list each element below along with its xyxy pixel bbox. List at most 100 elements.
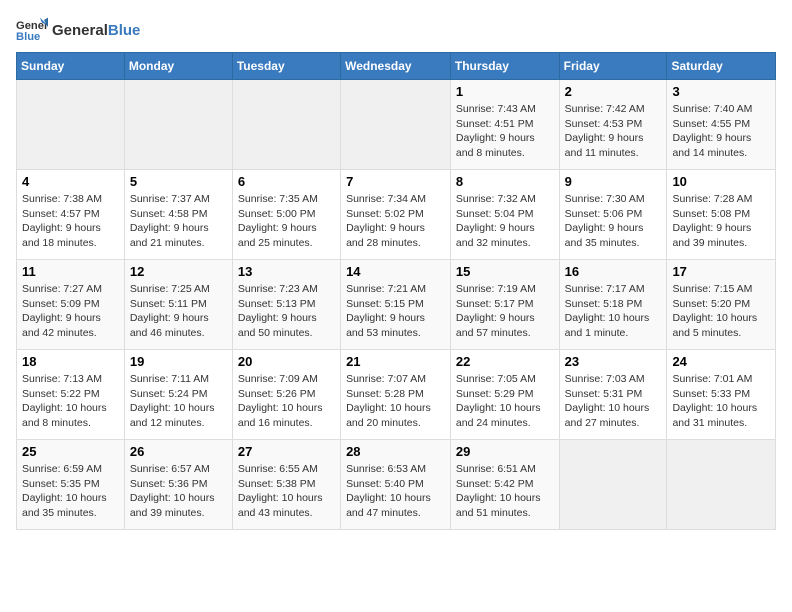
day-info: Sunrise: 7:34 AM Sunset: 5:02 PM Dayligh…: [346, 192, 445, 251]
calendar-cell: 18Sunrise: 7:13 AM Sunset: 5:22 PM Dayli…: [17, 350, 125, 440]
day-info: Sunrise: 7:15 AM Sunset: 5:20 PM Dayligh…: [672, 282, 770, 341]
calendar-cell: 3 Sunrise: 7:40 AM Sunset: 4:55 PM Daylig…: [667, 80, 776, 170]
calendar-cell: 24 Sunrise: 7:01 AM Sunset: 5:33 PM Dayli…: [667, 350, 776, 440]
calendar-cell: 26 Sunrise: 6:57 AM Sunset: 5:36 PM Dayli…: [124, 440, 232, 530]
day-info: Sunrise: 6:59 AM Sunset: 5:35 PM Dayligh…: [22, 462, 119, 521]
day-number: 17: [672, 264, 770, 279]
page-header: General Blue GeneralBlue: [16, 16, 776, 44]
week-row-1: 1 Sunrise: 7:43 AM Sunset: 4:51 PM Daylig…: [17, 80, 776, 170]
week-row-3: 11 Sunrise: 7:27 AM Sunset: 5:09 PM Dayli…: [17, 260, 776, 350]
day-header-wednesday: Wednesday: [341, 53, 451, 80]
calendar-cell: 11 Sunrise: 7:27 AM Sunset: 5:09 PM Dayli…: [17, 260, 125, 350]
calendar-cell: 17 Sunrise: 7:15 AM Sunset: 5:20 PM Dayli…: [667, 260, 776, 350]
logo-icon: General Blue: [16, 16, 48, 44]
day-number: 27: [238, 444, 335, 459]
day-number: 26: [130, 444, 227, 459]
day-number: 10: [672, 174, 770, 189]
day-number: 24: [672, 354, 770, 369]
day-number: 8: [456, 174, 554, 189]
calendar-cell: 1 Sunrise: 7:43 AM Sunset: 4:51 PM Daylig…: [450, 80, 559, 170]
day-info: Sunrise: 6:53 AM Sunset: 5:40 PM Dayligh…: [346, 462, 445, 521]
calendar-cell: 4 Sunrise: 7:38 AM Sunset: 4:57 PM Daylig…: [17, 170, 125, 260]
calendar-cell: 21 Sunrise: 7:07 AM Sunset: 5:28 PM Dayli…: [341, 350, 451, 440]
calendar-cell: 27 Sunrise: 6:55 AM Sunset: 5:38 PM Dayli…: [232, 440, 340, 530]
calendar-cell: 29 Sunrise: 6:51 AM Sunset: 5:42 PM Dayli…: [450, 440, 559, 530]
day-number: 13: [238, 264, 335, 279]
calendar-cell: 19 Sunrise: 7:11 AM Sunset: 5:24 PM Dayli…: [124, 350, 232, 440]
day-info: Sunrise: 6:55 AM Sunset: 5:38 PM Dayligh…: [238, 462, 335, 521]
calendar-cell: 10 Sunrise: 7:28 AM Sunset: 5:08 PM Dayli…: [667, 170, 776, 260]
day-info: Sunrise: 7:28 AM Sunset: 5:08 PM Dayligh…: [672, 192, 770, 251]
day-number: 19: [130, 354, 227, 369]
calendar-cell: [559, 440, 667, 530]
day-number: 16: [565, 264, 662, 279]
day-info: Sunrise: 7:21 AM Sunset: 5:15 PM Dayligh…: [346, 282, 445, 341]
day-info: Sunrise: 7:38 AM Sunset: 4:57 PM Dayligh…: [22, 192, 119, 251]
calendar-cell: 16 Sunrise: 7:17 AM Sunset: 5:18 PM Dayli…: [559, 260, 667, 350]
day-info: Sunrise: 7:40 AM Sunset: 4:55 PM Dayligh…: [672, 102, 770, 161]
calendar-cell: 8 Sunrise: 7:32 AM Sunset: 5:04 PM Daylig…: [450, 170, 559, 260]
day-number: 21: [346, 354, 445, 369]
day-info: Sunrise: 7:27 AM Sunset: 5:09 PM Dayligh…: [22, 282, 119, 341]
day-number: 20: [238, 354, 335, 369]
day-number: 12: [130, 264, 227, 279]
week-row-5: 25Sunrise: 6:59 AM Sunset: 5:35 PM Dayli…: [17, 440, 776, 530]
day-info: Sunrise: 7:32 AM Sunset: 5:04 PM Dayligh…: [456, 192, 554, 251]
calendar-cell: 12 Sunrise: 7:25 AM Sunset: 5:11 PM Dayli…: [124, 260, 232, 350]
svg-text:Blue: Blue: [16, 31, 40, 43]
logo: General Blue GeneralBlue: [16, 16, 140, 44]
calendar-cell: 22 Sunrise: 7:05 AM Sunset: 5:29 PM Dayli…: [450, 350, 559, 440]
calendar-cell: 15 Sunrise: 7:19 AM Sunset: 5:17 PM Dayli…: [450, 260, 559, 350]
day-header-monday: Monday: [124, 53, 232, 80]
day-info: Sunrise: 7:25 AM Sunset: 5:11 PM Dayligh…: [130, 282, 227, 341]
day-info: Sunrise: 7:11 AM Sunset: 5:24 PM Dayligh…: [130, 372, 227, 431]
day-number: 15: [456, 264, 554, 279]
day-header-saturday: Saturday: [667, 53, 776, 80]
day-info: Sunrise: 7:37 AM Sunset: 4:58 PM Dayligh…: [130, 192, 227, 251]
day-number: 11: [22, 264, 119, 279]
day-number: 3: [672, 84, 770, 99]
day-info: Sunrise: 7:42 AM Sunset: 4:53 PM Dayligh…: [565, 102, 662, 161]
day-info: Sunrise: 6:51 AM Sunset: 5:42 PM Dayligh…: [456, 462, 554, 521]
calendar-cell: 20 Sunrise: 7:09 AM Sunset: 5:26 PM Dayli…: [232, 350, 340, 440]
calendar-cell: 6Sunrise: 7:35 AM Sunset: 5:00 PM Daylig…: [232, 170, 340, 260]
calendar-cell: 5 Sunrise: 7:37 AM Sunset: 4:58 PM Daylig…: [124, 170, 232, 260]
day-number: 7: [346, 174, 445, 189]
calendar-cell: 28 Sunrise: 6:53 AM Sunset: 5:40 PM Dayli…: [341, 440, 451, 530]
day-number: 4: [22, 174, 119, 189]
day-info: Sunrise: 7:19 AM Sunset: 5:17 PM Dayligh…: [456, 282, 554, 341]
calendar-cell: [341, 80, 451, 170]
calendar-cell: [124, 80, 232, 170]
day-info: Sunrise: 7:01 AM Sunset: 5:33 PM Dayligh…: [672, 372, 770, 431]
calendar-cell: [667, 440, 776, 530]
day-number: 9: [565, 174, 662, 189]
day-number: 29: [456, 444, 554, 459]
day-header-tuesday: Tuesday: [232, 53, 340, 80]
day-header-sunday: Sunday: [17, 53, 125, 80]
day-info: Sunrise: 7:17 AM Sunset: 5:18 PM Dayligh…: [565, 282, 662, 341]
day-number: 14: [346, 264, 445, 279]
day-number: 22: [456, 354, 554, 369]
day-info: Sunrise: 7:13 AM Sunset: 5:22 PM Dayligh…: [22, 372, 119, 431]
day-number: 2: [565, 84, 662, 99]
day-number: 1: [456, 84, 554, 99]
day-info: Sunrise: 7:43 AM Sunset: 4:51 PM Dayligh…: [456, 102, 554, 161]
calendar-cell: [17, 80, 125, 170]
day-info: Sunrise: 7:05 AM Sunset: 5:29 PM Dayligh…: [456, 372, 554, 431]
calendar-cell: 7 Sunrise: 7:34 AM Sunset: 5:02 PM Daylig…: [341, 170, 451, 260]
calendar-cell: 9 Sunrise: 7:30 AM Sunset: 5:06 PM Daylig…: [559, 170, 667, 260]
day-info: Sunrise: 6:57 AM Sunset: 5:36 PM Dayligh…: [130, 462, 227, 521]
day-info: Sunrise: 7:09 AM Sunset: 5:26 PM Dayligh…: [238, 372, 335, 431]
day-header-friday: Friday: [559, 53, 667, 80]
calendar-table: SundayMondayTuesdayWednesdayThursdayFrid…: [16, 52, 776, 530]
day-info: Sunrise: 7:30 AM Sunset: 5:06 PM Dayligh…: [565, 192, 662, 251]
day-number: 5: [130, 174, 227, 189]
calendar-cell: 23Sunrise: 7:03 AM Sunset: 5:31 PM Dayli…: [559, 350, 667, 440]
days-header-row: SundayMondayTuesdayWednesdayThursdayFrid…: [17, 53, 776, 80]
day-number: 28: [346, 444, 445, 459]
day-info: Sunrise: 7:07 AM Sunset: 5:28 PM Dayligh…: [346, 372, 445, 431]
day-info: Sunrise: 7:23 AM Sunset: 5:13 PM Dayligh…: [238, 282, 335, 341]
day-info: Sunrise: 7:35 AM Sunset: 5:00 PM Dayligh…: [238, 192, 335, 251]
week-row-2: 4 Sunrise: 7:38 AM Sunset: 4:57 PM Daylig…: [17, 170, 776, 260]
week-row-4: 18Sunrise: 7:13 AM Sunset: 5:22 PM Dayli…: [17, 350, 776, 440]
